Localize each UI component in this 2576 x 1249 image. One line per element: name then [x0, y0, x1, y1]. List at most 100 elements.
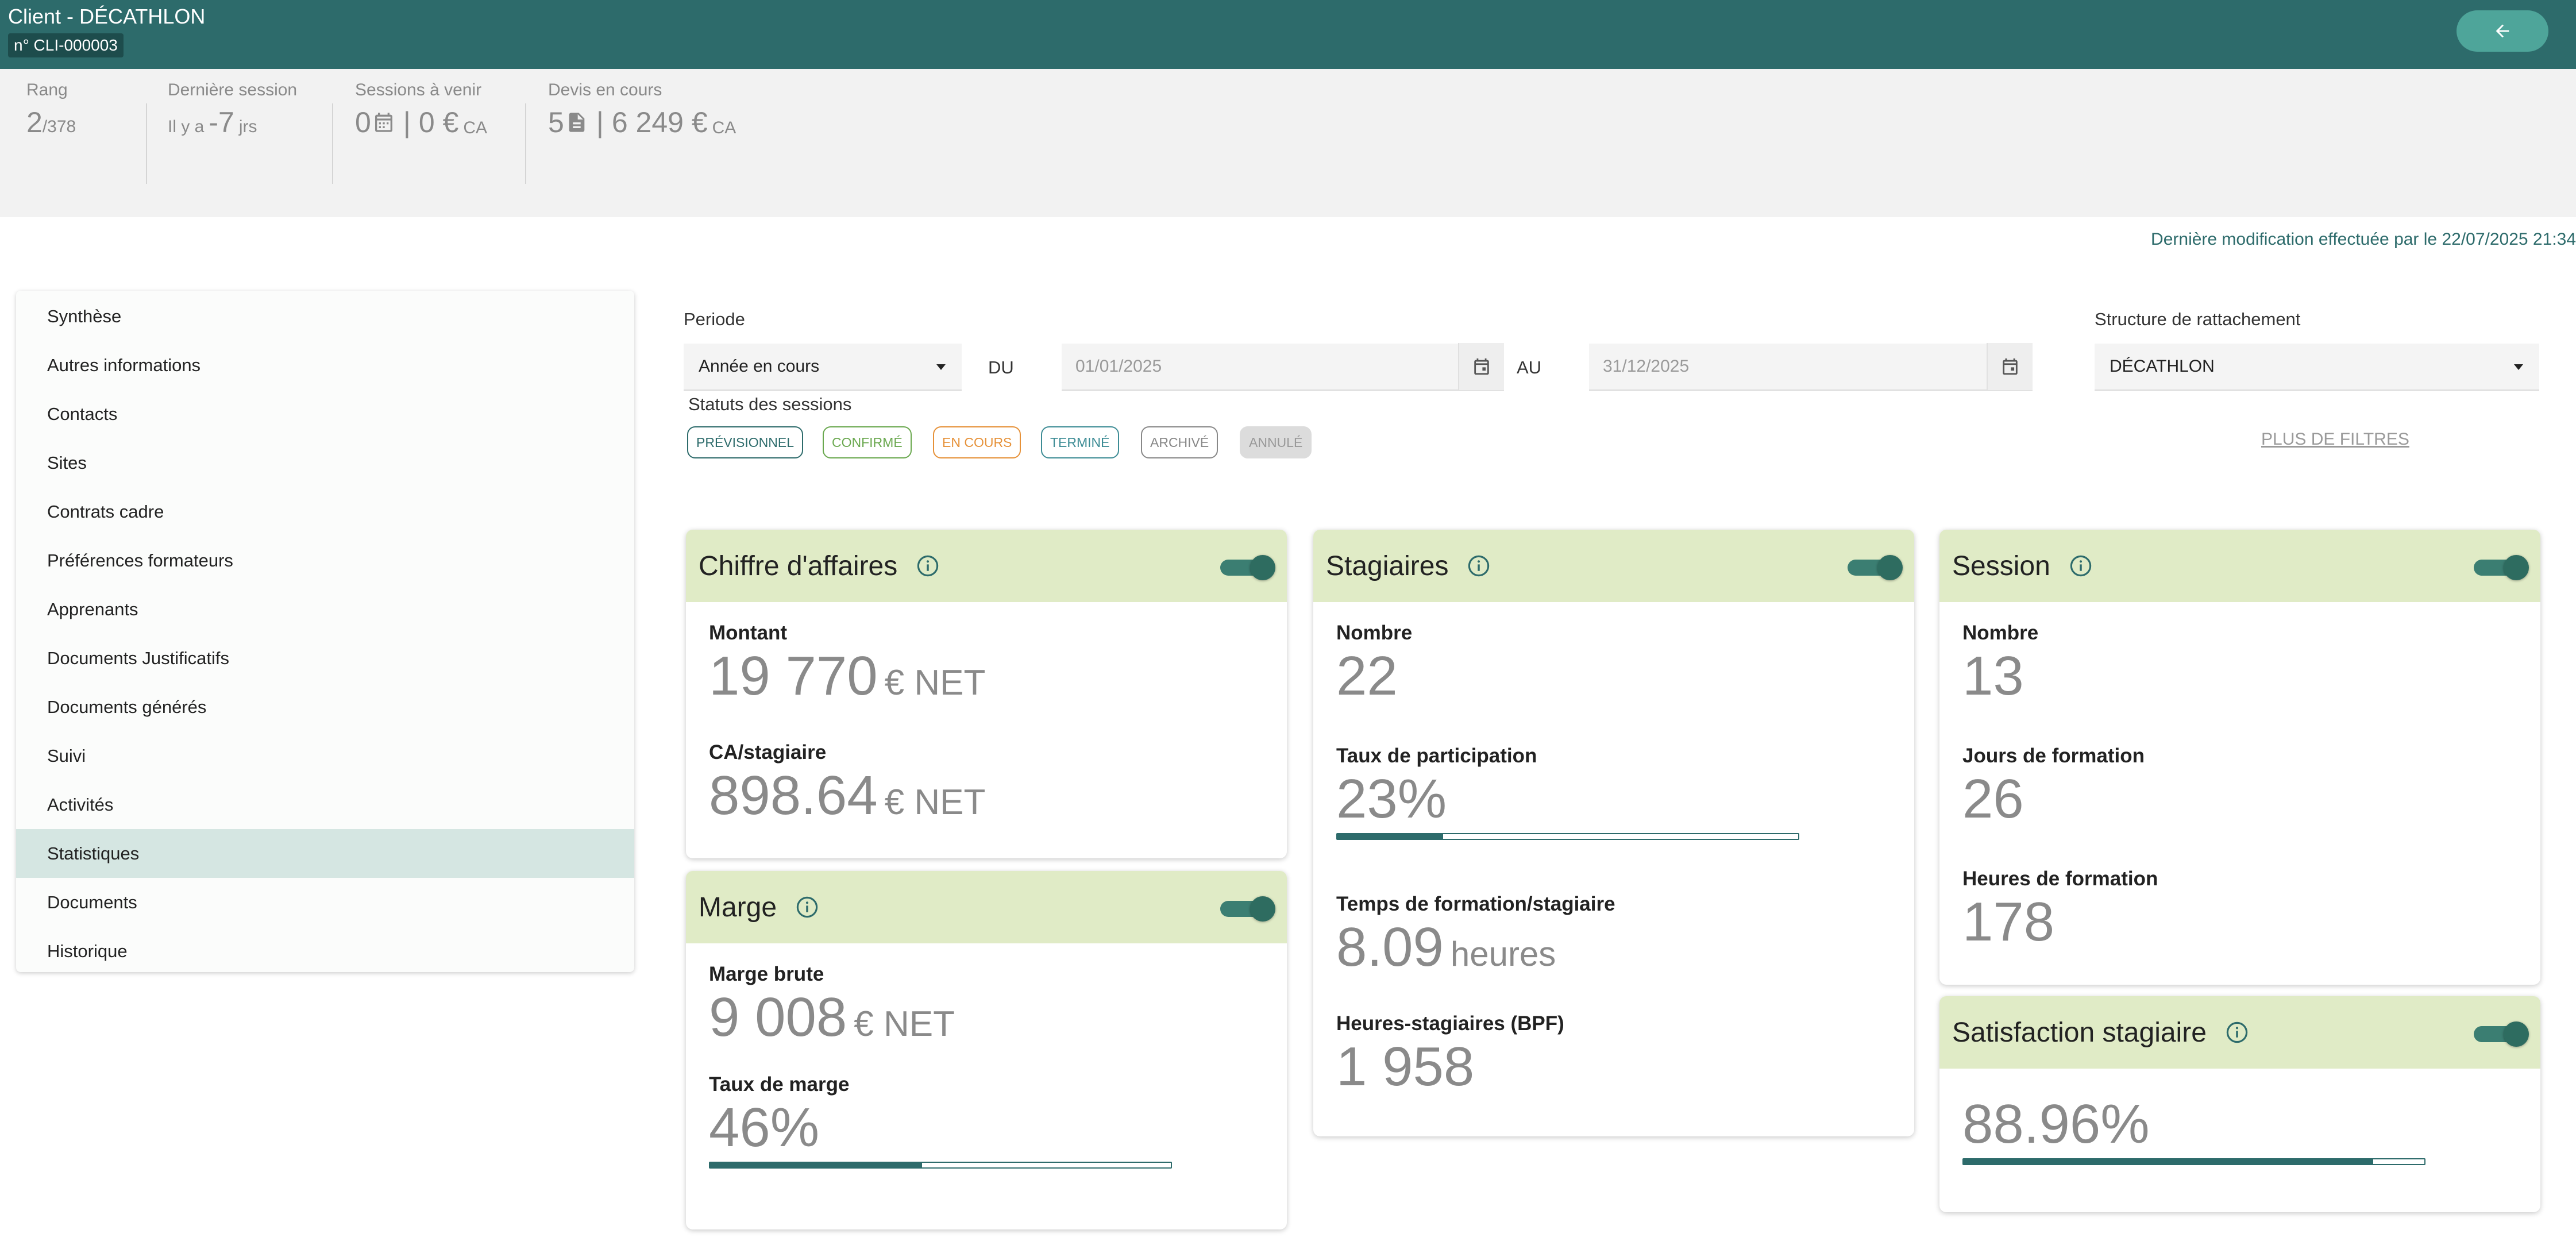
- card-toggle[interactable]: [1848, 555, 1903, 580]
- card-toggle[interactable]: [2474, 555, 2529, 580]
- last-session-unit: jrs: [238, 117, 257, 136]
- top-bar: [0, 0, 2576, 69]
- status-chip-archive[interactable]: ARCHIVÉ: [1141, 426, 1218, 458]
- sidebar-item-contrats-cadre[interactable]: Contrats cadre: [16, 487, 634, 536]
- document-icon: [565, 111, 588, 134]
- trainees-card: Stagiaires Nombre 22 Taux de participati…: [1313, 530, 1914, 1136]
- date-to-value: 31/12/2025: [1603, 357, 1690, 376]
- gross-margin-unit: € NET: [854, 1004, 955, 1044]
- structure-select-value: DÉCATHLON: [2110, 357, 2215, 376]
- training-time-unit: heures: [1450, 935, 1556, 973]
- amount-label: Montant: [709, 622, 788, 644]
- info-icon[interactable]: [795, 895, 819, 919]
- upcoming-amount: 0 €: [418, 106, 459, 138]
- more-filters-link[interactable]: PLUS DE FILTRES: [2261, 430, 2409, 449]
- sidebar-menu: Synthèse Autres informations Contacts Si…: [16, 291, 634, 972]
- training-days-label: Jours de formation: [1962, 745, 2145, 767]
- trainee-hours-label: Heures-stagiaires (BPF): [1336, 1012, 1564, 1035]
- rank-total: /378: [42, 117, 76, 136]
- status-chip-en-cours[interactable]: EN COURS: [933, 426, 1021, 458]
- sidebar-item-statistiques[interactable]: Statistiques: [16, 829, 634, 878]
- participation-rate-bar-fill: [1337, 834, 1444, 839]
- satisfaction-bar: [1962, 1158, 2425, 1165]
- info-icon[interactable]: [916, 554, 940, 578]
- date-from-field[interactable]: 01/01/2025: [1062, 343, 1504, 391]
- trainee-hours-value: 1 958: [1336, 1036, 1475, 1097]
- card-toggle[interactable]: [1220, 555, 1275, 580]
- amount-unit: € NET: [884, 663, 986, 703]
- training-time-value: 8.09: [1336, 916, 1444, 978]
- calendar-picker-icon[interactable]: [1458, 343, 1504, 390]
- sidebar-item-documents-justificatifs[interactable]: Documents Justificatifs: [16, 634, 634, 683]
- sidebar-item-suivi[interactable]: Suivi: [16, 731, 634, 780]
- sidebar-item-historique[interactable]: Historique: [16, 927, 634, 972]
- status-chip-annule[interactable]: ANNULÉ: [1240, 426, 1312, 458]
- card-title: Satisfaction stagiaire: [1952, 1017, 2207, 1048]
- structure-select[interactable]: DÉCATHLON: [2095, 344, 2539, 391]
- sidebar-item-documents[interactable]: Documents: [16, 878, 634, 927]
- participation-rate-bar: [1336, 833, 1799, 840]
- info-icon[interactable]: [2225, 1020, 2249, 1044]
- date-from-value: 01/01/2025: [1075, 357, 1162, 376]
- card-header: Chiffre d'affaires: [686, 530, 1287, 602]
- date-from-label: DU: [988, 357, 1014, 377]
- card-header: Satisfaction stagiaire: [1939, 996, 2540, 1069]
- card-toggle[interactable]: [2474, 1021, 2529, 1047]
- revenue-per-trainee-unit: € NET: [884, 782, 986, 822]
- sidebar-item-preferences-formateurs[interactable]: Préférences formateurs: [16, 536, 634, 585]
- last-session-label: Dernière session: [168, 80, 298, 99]
- session-card: Session Nombre 13 Jours de formation 26 …: [1939, 530, 2540, 985]
- sidebar-item-autres-informations[interactable]: Autres informations: [16, 341, 634, 390]
- period-select[interactable]: Année en cours: [684, 344, 962, 391]
- sidebar-item-sites[interactable]: Sites: [16, 438, 634, 487]
- trainee-count-label: Nombre: [1336, 622, 1413, 644]
- participation-rate-label: Taux de participation: [1336, 745, 1537, 767]
- quotes-count: 5: [548, 106, 564, 138]
- back-button[interactable]: [2457, 10, 2548, 52]
- gross-margin-label: Marge brute: [709, 963, 824, 985]
- status-chip-confirme[interactable]: CONFIRMÉ: [823, 426, 912, 458]
- page-title: Client - DÉCATHLON: [8, 5, 206, 28]
- sidebar-item-contacts[interactable]: Contacts: [16, 390, 634, 438]
- session-count-label: Nombre: [1962, 622, 2039, 644]
- calendar-picker-icon[interactable]: [1987, 343, 2033, 390]
- kpi-divider: [525, 103, 526, 184]
- margin-rate-bar: [709, 1162, 1172, 1169]
- sidebar-item-synthese[interactable]: Synthèse: [16, 292, 634, 341]
- sidebar-item-activites[interactable]: Activités: [16, 780, 634, 829]
- quotes-separator: |: [596, 106, 604, 138]
- last-session-kpi: Dernière session Il y a -7 jrs: [168, 80, 297, 139]
- card-header: Session: [1939, 530, 2540, 602]
- card-title: Stagiaires: [1326, 550, 1449, 581]
- card-title: Session: [1952, 550, 2050, 581]
- upcoming-unit: CA: [463, 118, 488, 137]
- session-count-value: 13: [1962, 645, 2024, 707]
- satisfaction-bar-fill: [1964, 1159, 2374, 1164]
- kpi-divider: [146, 103, 147, 184]
- status-chip-previsionnel[interactable]: PRÉVISIONNEL: [687, 426, 803, 458]
- date-to-label: AU: [1517, 357, 1542, 377]
- date-to-field[interactable]: 31/12/2025: [1589, 343, 2033, 391]
- margin-card: Marge Marge brute 9 008 € NET Taux de ma…: [686, 871, 1287, 1229]
- arrow-left-icon: [2493, 21, 2512, 41]
- status-chip-termine[interactable]: TERMINÉ: [1041, 426, 1119, 458]
- sidebar-item-apprenants[interactable]: Apprenants: [16, 585, 634, 634]
- dropdown-arrow-icon: [2513, 361, 2524, 372]
- training-hours-value: 178: [1962, 891, 2055, 953]
- training-time-label: Temps de formation/stagiaire: [1336, 893, 1615, 915]
- rank-kpi: Rang 2 /378: [26, 80, 76, 139]
- training-days-value: 26: [1962, 768, 2024, 830]
- info-icon[interactable]: [1467, 554, 1491, 578]
- margin-rate-bar-fill: [710, 1163, 922, 1167]
- upcoming-sessions-kpi: Sessions à venir 0 | 0 € CA: [355, 80, 487, 139]
- info-icon[interactable]: [2069, 554, 2093, 578]
- quotes-kpi: Devis en cours 5 | 6 249 € CA: [548, 80, 736, 139]
- card-toggle[interactable]: [1220, 896, 1275, 922]
- period-label: Periode: [684, 309, 745, 329]
- margin-rate-value: 46%: [709, 1097, 820, 1158]
- revenue-card: Chiffre d'affaires Montant 19 770 € NET …: [686, 530, 1287, 858]
- quotes-unit: CA: [712, 118, 736, 137]
- quotes-amount: 6 249 €: [611, 106, 708, 138]
- dropdown-arrow-icon: [935, 361, 947, 372]
- sidebar-item-documents-generes[interactable]: Documents générés: [16, 683, 634, 731]
